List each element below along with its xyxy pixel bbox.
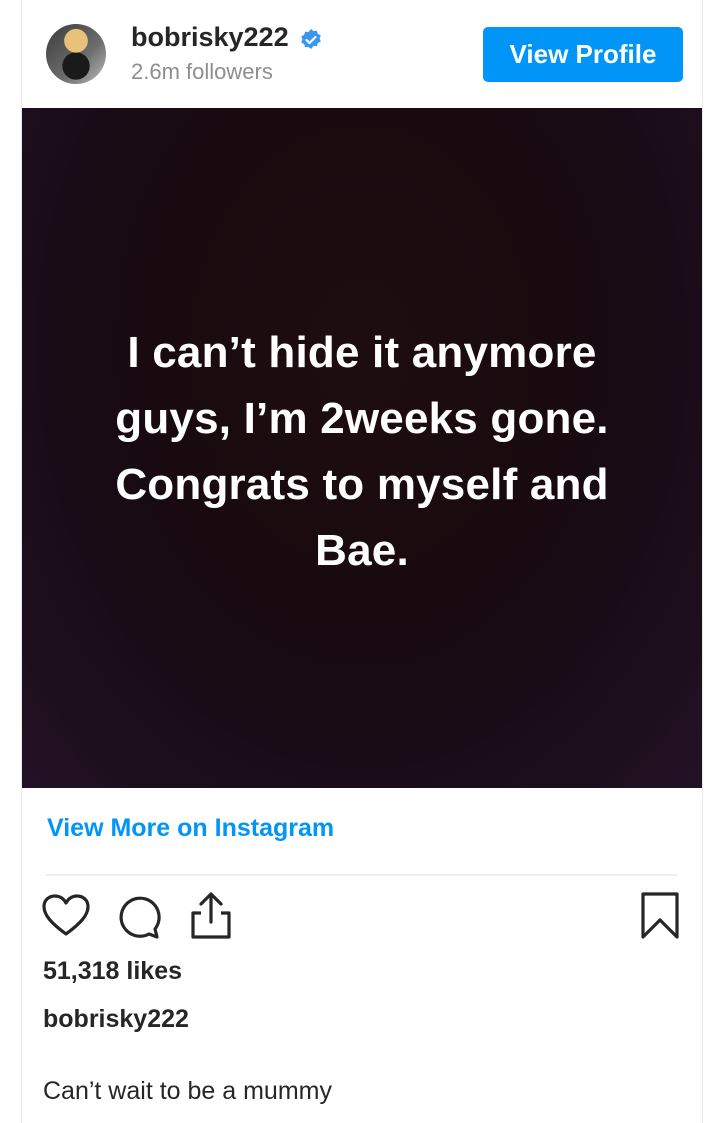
view-profile-button[interactable]: View Profile [483,27,683,82]
comment-icon[interactable] [115,893,163,941]
post-image-text-line: Bae. [315,526,409,575]
follower-count: 2.6m followers [131,59,273,84]
caption-text: Can’t wait to be a mummy [43,1077,332,1105]
instagram-embed-card: bobrisky222 2.6m followers View Profile … [21,0,703,1123]
username[interactable]: bobrisky222 [131,22,289,53]
post-image[interactable]: I can’t hide it anymore guys, I’m 2weeks… [22,108,702,788]
post-image-text-line: guys, I’m 2weeks gone. [115,394,609,443]
post-image-text: I can’t hide it anymore guys, I’m 2weeks… [62,320,662,584]
post-image-text-line: I can’t hide it anymore [127,328,597,377]
heart-icon[interactable] [41,893,91,939]
avatar[interactable] [46,24,106,84]
bookmark-icon[interactable] [639,891,681,941]
post-image-text-line: Congrats to myself and [115,460,609,509]
divider [46,874,678,876]
view-more-link[interactable]: View More on Instagram [47,814,334,843]
verified-badge-icon [301,29,321,49]
likes-count[interactable]: 51,318 likes [43,957,182,986]
share-icon[interactable] [187,891,235,941]
post-header: bobrisky222 2.6m followers View Profile [22,0,702,108]
caption-username[interactable]: bobrisky222 [43,1005,189,1034]
